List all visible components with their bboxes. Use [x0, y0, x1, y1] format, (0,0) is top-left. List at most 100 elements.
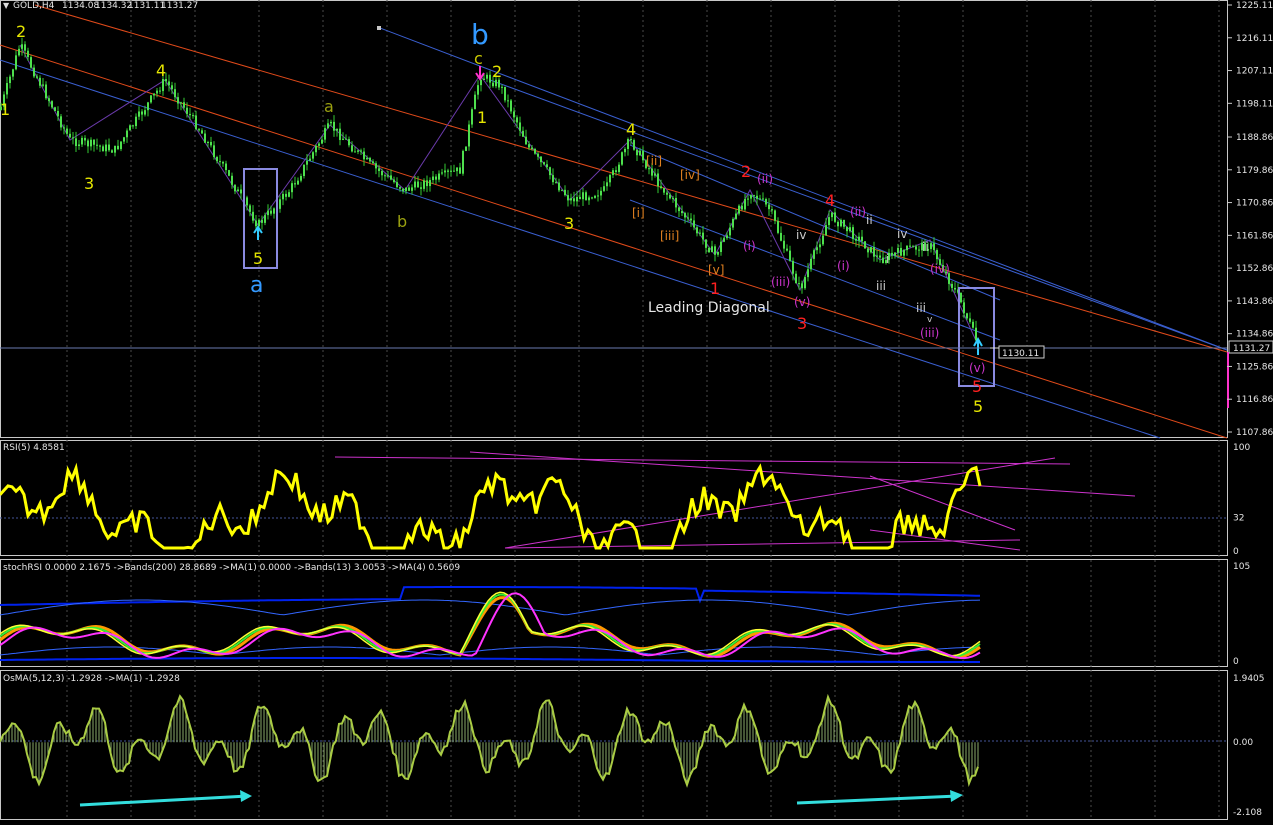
wave-label: iii: [916, 301, 926, 315]
price-tick-label: 1143.86: [1236, 297, 1273, 307]
candle-body: [96, 144, 98, 146]
osma-title: OsMA(5,12,3) -1.2928 ->MA(1) -1.2928: [3, 674, 180, 684]
candle-body: [414, 181, 416, 188]
candle-body: [951, 283, 953, 288]
wave-label: 4: [626, 120, 636, 139]
candle-body: [171, 85, 173, 90]
candle-body: [363, 151, 365, 160]
candle-body: [144, 110, 146, 115]
candle-body: [903, 250, 905, 256]
candle-body: [480, 79, 482, 86]
candle-body: [174, 89, 176, 98]
candle-body: [450, 170, 452, 172]
candle-body: [408, 187, 410, 191]
chart-window[interactable]: 2435aabbc2134[ii][iv][i][iii][v]12 (ii)(i…: [0, 0, 1273, 825]
candle-body: [915, 246, 917, 250]
candle-body: [576, 196, 578, 202]
candle-body: [537, 153, 539, 157]
candle-body: [699, 232, 701, 234]
candle-body: [303, 164, 305, 177]
candle-body: [153, 93, 155, 96]
candle-body: [735, 213, 737, 219]
candle-body: [837, 221, 839, 227]
price-tick-label: 1107.86: [1236, 428, 1273, 438]
candle-body: [240, 189, 242, 194]
candle-body: [543, 162, 545, 165]
candle-body: [180, 102, 182, 104]
candle-body: [873, 247, 875, 257]
annotation-leading-diagonal: Leading Diagonal: [648, 300, 770, 316]
candle-body: [195, 115, 197, 130]
candle-body: [75, 138, 77, 147]
candle-body: [492, 82, 494, 87]
candle-body: [360, 150, 362, 152]
candle-body: [651, 168, 653, 176]
candle-body: [51, 101, 53, 108]
candle-body: [312, 152, 314, 159]
candle-body: [351, 145, 353, 152]
candle-body: [369, 157, 371, 162]
wave-label: 1: [0, 100, 10, 119]
candle-body: [87, 140, 89, 147]
candle-body: [897, 247, 899, 253]
candle-body: [147, 102, 149, 111]
candle-body: [657, 173, 659, 187]
candle-body: [843, 219, 845, 227]
stoch-tick-label: 105: [1233, 562, 1250, 572]
candle-body: [198, 129, 200, 131]
candle-body: [45, 84, 47, 99]
candle-body: [357, 150, 359, 152]
candle-body: [201, 130, 203, 134]
candle-body: [696, 227, 698, 234]
candle-body: [588, 197, 590, 201]
wave-label: 3: [84, 174, 94, 193]
candle-body: [435, 176, 437, 180]
candle-body: [306, 160, 308, 165]
candle-body: [900, 247, 902, 256]
candle-body: [483, 78, 485, 80]
candle-body: [585, 192, 587, 201]
candle-body: [288, 192, 290, 197]
candle-body: [342, 138, 344, 140]
candle-body: [891, 252, 893, 256]
candle-body: [39, 77, 41, 86]
candle-body: [600, 190, 602, 196]
ohlc-close: 1131.27: [161, 1, 198, 11]
candle-body: [867, 248, 869, 253]
price-tick-label: 1116.86: [1236, 395, 1273, 405]
candle-body: [828, 217, 830, 226]
candle-body: [189, 113, 191, 116]
wave-label: v: [927, 315, 933, 325]
wave-label: (iii): [920, 326, 939, 340]
candle-body: [723, 238, 725, 242]
candle-body: [555, 182, 557, 184]
candle-body: [756, 195, 758, 199]
candle-body: [378, 168, 380, 172]
wave-label: 5: [972, 377, 982, 396]
wave-label: [ii]: [646, 154, 662, 168]
wave-label: 5: [973, 397, 983, 416]
candle-body: [24, 44, 26, 51]
candle-body: [177, 97, 179, 104]
candle-body: [603, 186, 605, 191]
symbol-label: GOLD,H4: [13, 1, 55, 11]
wave-label: c: [474, 49, 483, 68]
candle-body: [354, 151, 356, 153]
candle-body: [597, 195, 599, 197]
candle-body: [150, 95, 152, 103]
candle-body: [444, 170, 446, 173]
rsi-tick-label: 100: [1233, 443, 1250, 453]
wave-label: ii: [922, 240, 929, 254]
candle-body: [339, 128, 341, 140]
candle-body: [33, 67, 35, 77]
candle-body: [501, 86, 503, 88]
candle-body: [789, 250, 791, 261]
candle-body: [864, 241, 866, 249]
candle-body: [954, 287, 956, 290]
candle-body: [456, 167, 458, 172]
price-tick-label: 1198.11: [1236, 99, 1273, 109]
candle-body: [9, 76, 11, 84]
candle-body: [162, 79, 164, 92]
candle-body: [255, 220, 257, 227]
wave-label: 4: [156, 61, 166, 80]
